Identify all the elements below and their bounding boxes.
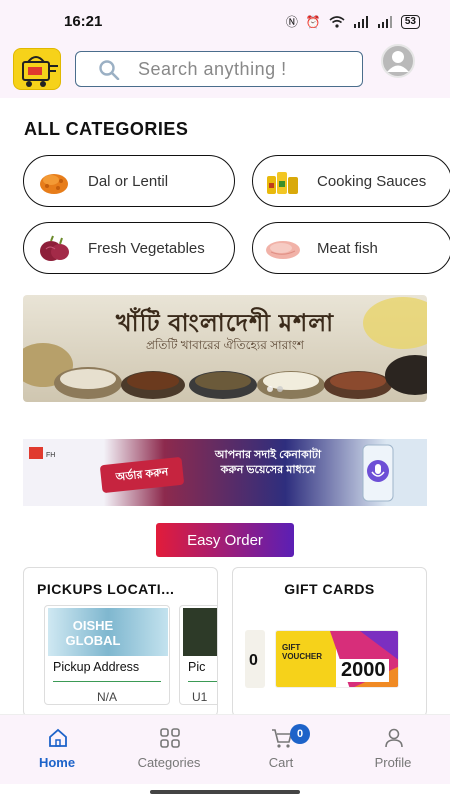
categories-title: ALL CATEGORIES [24, 119, 189, 139]
nav-profile[interactable]: Profile [348, 715, 438, 785]
avatar[interactable] [377, 44, 419, 78]
nav-label: Home [38, 755, 76, 770]
pickups-title: PICKUPS LOCATI... [37, 581, 175, 597]
pickup-image: OISHE GLOBAL [48, 608, 168, 656]
category-label: Fresh Vegetables [88, 240, 205, 257]
pickup-value: U1 [192, 690, 208, 704]
search-input[interactable]: Search anything ! [75, 51, 363, 87]
top-bar: Search anything ! [0, 44, 450, 98]
nav-cart[interactable]: 0 Cart [236, 715, 326, 785]
banner2-logo: FH [29, 447, 55, 459]
spice-bowls-image [23, 297, 427, 399]
divider [188, 681, 217, 682]
gift-card-partial[interactable]: 0 [245, 630, 265, 688]
pickup-item[interactable]: OISHE GLOBAL Pickup Address N/A [44, 605, 170, 705]
category-label: Dal or Lentil [88, 173, 169, 190]
voice-order-banner[interactable]: FH অর্ডার করুন আপনার সদাই কেনাকাটা করুন … [23, 439, 427, 506]
voice-order-text: আপনার সদাই কেনাকাটা করুন ভয়েসের মাধ্যমে [214, 449, 322, 476]
gift-card[interactable]: GIFT VOUCHER 2000 [275, 630, 399, 688]
gift-cards-card: GIFT CARDS 0 GIFT VOUCHER 2000 [232, 567, 427, 717]
gift-voucher-title: GIFT VOUCHER [282, 643, 323, 661]
nav-label: Cart [268, 755, 294, 770]
cart-count-badge: 0 [290, 724, 310, 744]
category-meat-fish[interactable]: Meat fish [252, 222, 450, 274]
svg-text:FH: FH [46, 452, 55, 459]
person-icon [385, 728, 403, 748]
status-bar: 16:21 Ⓝ ⏰ 53 [0, 0, 450, 44]
oil-bottles-image [267, 172, 298, 194]
category-label: Meat fish [317, 240, 378, 257]
signal-icon-2 [377, 15, 392, 28]
divider [53, 681, 161, 682]
meat-image [266, 241, 300, 259]
category-fresh-vegetables[interactable]: Fresh Vegetables [23, 222, 235, 274]
signal-icon [353, 15, 368, 28]
grid-icon [160, 728, 180, 748]
user-avatar-icon [381, 44, 415, 78]
home-icon [49, 728, 67, 747]
status-icons: Ⓝ ⏰ 53 [286, 13, 420, 30]
battery-indicator: 53 [400, 14, 420, 29]
gift-card-amount: 0 [249, 652, 258, 669]
lentil-image [40, 174, 68, 194]
nav-home[interactable]: Home [12, 715, 102, 785]
home-indicator[interactable] [150, 790, 300, 794]
pickup-label: Pickup Address [53, 660, 140, 674]
bottom-navigation: Home Categories 0 Cart Profile [0, 714, 450, 784]
gesture-bar [0, 784, 450, 800]
phone-microphone-icon [362, 444, 394, 502]
onion-image [40, 235, 69, 261]
pickups-card: PICKUPS LOCATI... OISHE GLOBAL Pickup Ad… [23, 567, 218, 717]
status-time: 16:21 [64, 13, 103, 30]
app-logo[interactable] [13, 48, 61, 90]
gift-cards-title: GIFT CARDS [284, 581, 375, 597]
pickup-image-text: OISHE GLOBAL [65, 618, 121, 648]
nav-label: Categories [137, 755, 201, 770]
easy-order-button[interactable]: Easy Order [156, 523, 294, 557]
category-cooking-sauces[interactable]: Cooking Sauces [252, 155, 450, 207]
nfc-icon: Ⓝ [285, 15, 298, 29]
nav-categories[interactable]: Categories [124, 715, 214, 785]
wifi-icon [329, 15, 345, 28]
order-now-text: অর্ডার করুন [115, 465, 169, 484]
category-dal-or-lentil[interactable]: Dal or Lentil [23, 155, 235, 207]
search-placeholder: Search anything ! [138, 59, 287, 79]
alarm-icon: ⏰ [305, 14, 321, 29]
pickup-value: N/A [96, 690, 117, 704]
search-icon [99, 60, 120, 80]
gift-card-amount: 2000 [338, 659, 389, 682]
nav-label: Profile [374, 755, 412, 770]
category-label: Cooking Sauces [317, 173, 427, 190]
pickup-image [183, 608, 217, 656]
pickup-label: Pic [188, 660, 206, 674]
order-now-badge: অর্ডার করুন [99, 456, 185, 494]
spice-banner[interactable]: খাঁটি বাংলাদেশী মশলা প্রতিটি খাবারের ঐতি… [23, 295, 427, 402]
cart-logo-icon [22, 56, 58, 87]
pickup-item[interactable]: Pic U1 [179, 605, 217, 705]
